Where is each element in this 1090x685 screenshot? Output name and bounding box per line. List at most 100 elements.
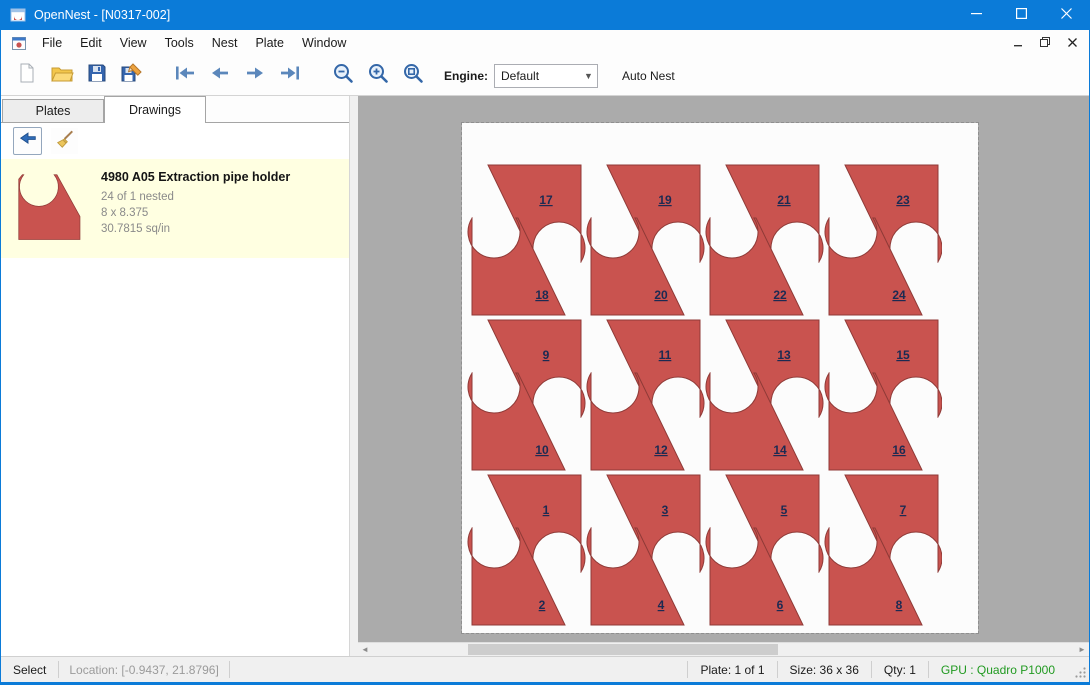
zoom-in-button[interactable] <box>360 60 395 92</box>
part-number-label: 3 <box>662 503 669 517</box>
part-number-label: 15 <box>896 348 910 362</box>
engine-selected-value: Default <box>495 69 580 83</box>
nest-pair: 12 <box>468 475 585 625</box>
nest-part[interactable] <box>607 320 704 417</box>
last-plate-button[interactable] <box>272 60 307 92</box>
new-button[interactable] <box>9 60 44 92</box>
nest-part[interactable] <box>468 218 565 315</box>
part-number-label: 2 <box>539 598 546 612</box>
nest-part[interactable] <box>488 475 585 572</box>
left-panel: Plates Drawings 4980 A05 Extraction pipe… <box>1 96 349 656</box>
maximize-button[interactable] <box>999 0 1044 30</box>
nest-pair: 2122 <box>706 165 823 315</box>
save-button[interactable] <box>79 60 114 92</box>
drawings-toolbar <box>1 123 349 159</box>
menu-item-edit[interactable]: Edit <box>71 32 111 54</box>
nest-part[interactable] <box>706 218 803 315</box>
horizontal-scrollbar[interactable]: ◄ ► <box>358 642 1089 656</box>
zoom-out-button[interactable] <box>325 60 360 92</box>
plate[interactable]: 1718192021222324 910111213141516 1234567… <box>462 123 978 633</box>
import-drawing-button[interactable] <box>13 127 42 155</box>
prev-plate-button[interactable] <box>202 60 237 92</box>
nest-part[interactable] <box>825 528 922 625</box>
mdi-minimize-button[interactable] <box>1006 33 1030 53</box>
tab-plates[interactable]: Plates <box>2 99 104 122</box>
nest-part[interactable] <box>607 475 704 572</box>
save-as-button[interactable] <box>114 60 149 92</box>
zoom-fit-button[interactable] <box>395 60 430 92</box>
drawing-info: 4980 A05 Extraction pipe holder 24 of 1 … <box>101 167 290 237</box>
part-number-label: 17 <box>539 193 553 207</box>
scroll-left-icon[interactable]: ◄ <box>358 643 372 656</box>
nest-part[interactable] <box>587 528 684 625</box>
drawing-list-item[interactable]: 4980 A05 Extraction pipe holder 24 of 1 … <box>1 159 349 258</box>
nest-part[interactable] <box>726 165 823 262</box>
menu-item-file[interactable]: File <box>33 32 71 54</box>
menu-item-nest[interactable]: Nest <box>203 32 247 54</box>
scrollbar-thumb[interactable] <box>468 644 778 655</box>
nest-pair: 1920 <box>587 165 704 315</box>
next-plate-button[interactable] <box>237 60 272 92</box>
nest-part[interactable] <box>587 218 684 315</box>
drawing-area: 30.7815 sq/in <box>101 221 290 237</box>
part-number-label: 1 <box>543 503 550 517</box>
nest-row: 1718192021222324 <box>464 163 942 316</box>
menu-item-window[interactable]: Window <box>293 32 355 54</box>
mdi-close-button[interactable] <box>1060 33 1084 53</box>
window-title: OpenNest - [N0317-002] <box>34 8 170 22</box>
part-number-label: 21 <box>777 193 791 207</box>
part-number-label: 16 <box>892 443 906 457</box>
nest-part[interactable] <box>706 528 803 625</box>
nest-part[interactable] <box>825 373 922 470</box>
close-button[interactable] <box>1044 0 1089 30</box>
menu-item-tools[interactable]: Tools <box>156 32 203 54</box>
auto-nest-button[interactable]: Auto Nest <box>614 64 683 88</box>
tab-drawings[interactable]: Drawings <box>104 96 206 123</box>
resize-grip-icon[interactable] <box>1073 665 1087 682</box>
document-icon <box>11 36 27 51</box>
tab-strip: Plates Drawings <box>1 96 349 123</box>
menu-item-plate[interactable]: Plate <box>246 32 293 54</box>
panel-splitter[interactable] <box>349 96 358 656</box>
nest-part[interactable] <box>726 475 823 572</box>
clear-drawings-button[interactable] <box>51 128 78 154</box>
menu-item-view[interactable]: View <box>111 32 156 54</box>
nest-part[interactable] <box>845 320 942 417</box>
status-plate: Plate: 1 of 1 <box>688 663 776 677</box>
part-number-label: 23 <box>896 193 910 207</box>
open-folder-icon <box>50 62 74 89</box>
nest-part[interactable] <box>845 475 942 572</box>
nest-part[interactable] <box>468 528 565 625</box>
nest-part[interactable] <box>468 373 565 470</box>
nest-part[interactable] <box>825 218 922 315</box>
status-gpu: GPU : Quadro P1000 <box>929 663 1067 677</box>
nest-part[interactable] <box>706 373 803 470</box>
nest-part[interactable] <box>488 165 585 262</box>
zoom-out-icon <box>332 62 354 89</box>
minimize-button[interactable] <box>954 0 999 30</box>
part-number-label: 11 <box>659 348 672 362</box>
nest-part[interactable] <box>488 320 585 417</box>
nest-pair: 1516 <box>825 320 942 470</box>
scroll-right-icon[interactable]: ► <box>1075 643 1089 656</box>
next-arrow-icon <box>243 63 267 88</box>
nest-pair: 910 <box>468 320 585 470</box>
engine-select[interactable]: Default ▼ <box>494 64 598 88</box>
nest-pair: 56 <box>706 475 823 625</box>
first-plate-button[interactable] <box>167 60 202 92</box>
mdi-window-controls <box>1006 33 1084 53</box>
open-button[interactable] <box>44 60 79 92</box>
left-arrow-icon <box>18 129 38 154</box>
nest-part[interactable] <box>587 373 684 470</box>
nest-pair: 1112 <box>587 320 704 470</box>
menu-bar: File Edit View Tools Nest Plate Window <box>1 30 1089 56</box>
broom-icon <box>55 129 75 154</box>
nest-part[interactable] <box>845 165 942 262</box>
close-icon <box>1061 6 1072 24</box>
mdi-restore-button[interactable] <box>1033 33 1057 53</box>
nest-part[interactable] <box>607 165 704 262</box>
nest-canvas[interactable]: 1718192021222324 910111213141516 1234567… <box>358 96 1089 656</box>
nest-part[interactable] <box>726 320 823 417</box>
part-number-label: 9 <box>543 348 550 362</box>
part-number-label: 4 <box>658 598 665 612</box>
